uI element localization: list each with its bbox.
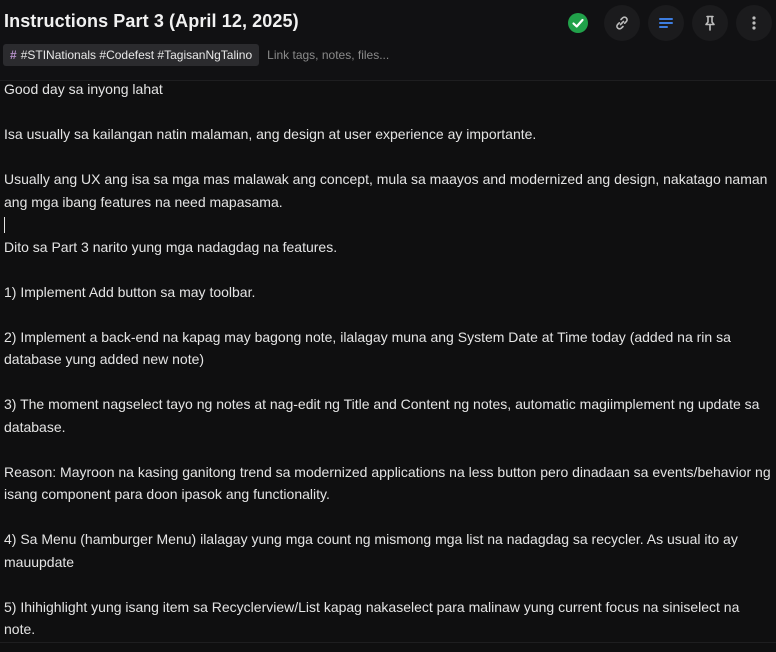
note-paragraph [4,303,772,326]
note-paragraph [4,146,772,169]
note-paragraph: 4) Sa Menu (hamburger Menu) ilalagay yun… [4,531,742,570]
check-circle-icon [568,13,588,33]
text-caret [4,217,5,234]
note-paragraph [4,213,772,236]
note-paragraph: Isa usually sa kailangan natin malaman, … [4,126,537,142]
tags-row: # #STINationals #Codefest #TagisanNgTali… [3,44,389,66]
note-paragraph [4,371,772,394]
link-icon [616,16,628,30]
sync-status-button[interactable] [560,5,596,41]
note-paragraph: 1) Implement Add button sa may toolbar. [4,283,256,300]
link-button[interactable] [604,5,640,41]
note-paragraph: Usually ang UX ang isa sa mga mas malawa… [4,171,772,210]
outline-button[interactable] [648,5,684,41]
note-toolbar [560,5,772,41]
pin-icon [705,15,715,31]
more-options-button[interactable] [736,5,772,41]
tags-input[interactable]: Link tags, notes, files... [267,48,389,62]
note-header: Instructions Part 3 (April 12, 2025) # #… [0,0,776,80]
tag-hash-icon: # [10,48,17,62]
pin-button[interactable] [692,5,728,41]
note-paragraph [4,573,772,596]
note-paragraph [4,438,772,461]
note-paragraph [4,506,772,529]
more-vertical-icon [752,16,756,30]
list-icon [659,18,673,28]
note-paragraph: Dito sa Part 3 narito yung mga nadagdag … [4,238,338,255]
note-content-editor[interactable]: Good day sa inyong lahat Isa usually sa k… [4,78,772,641]
note-paragraph: Good day sa inyong lahat [4,81,163,97]
note-paragraph: 3) The moment nagselect tayo ng notes at… [4,396,764,435]
tag-chip-label: #STINationals #Codefest #TagisanNgTalino [20,48,253,62]
note-paragraph [4,258,772,281]
tag-chip[interactable]: # #STINationals #Codefest #TagisanNgTali… [3,44,260,66]
note-paragraph: 5) Ihihighlight yung isang item sa Recyc… [4,598,744,638]
note-paragraph: 2) Implement a back-end na kapag may bag… [4,328,735,368]
bottom-divider [0,642,776,643]
note-paragraph [4,101,772,124]
note-title[interactable]: Instructions Part 3 (April 12, 2025) [4,11,299,32]
note-paragraph: Reason: Mayroon na kasing ganitong trend… [4,463,775,503]
